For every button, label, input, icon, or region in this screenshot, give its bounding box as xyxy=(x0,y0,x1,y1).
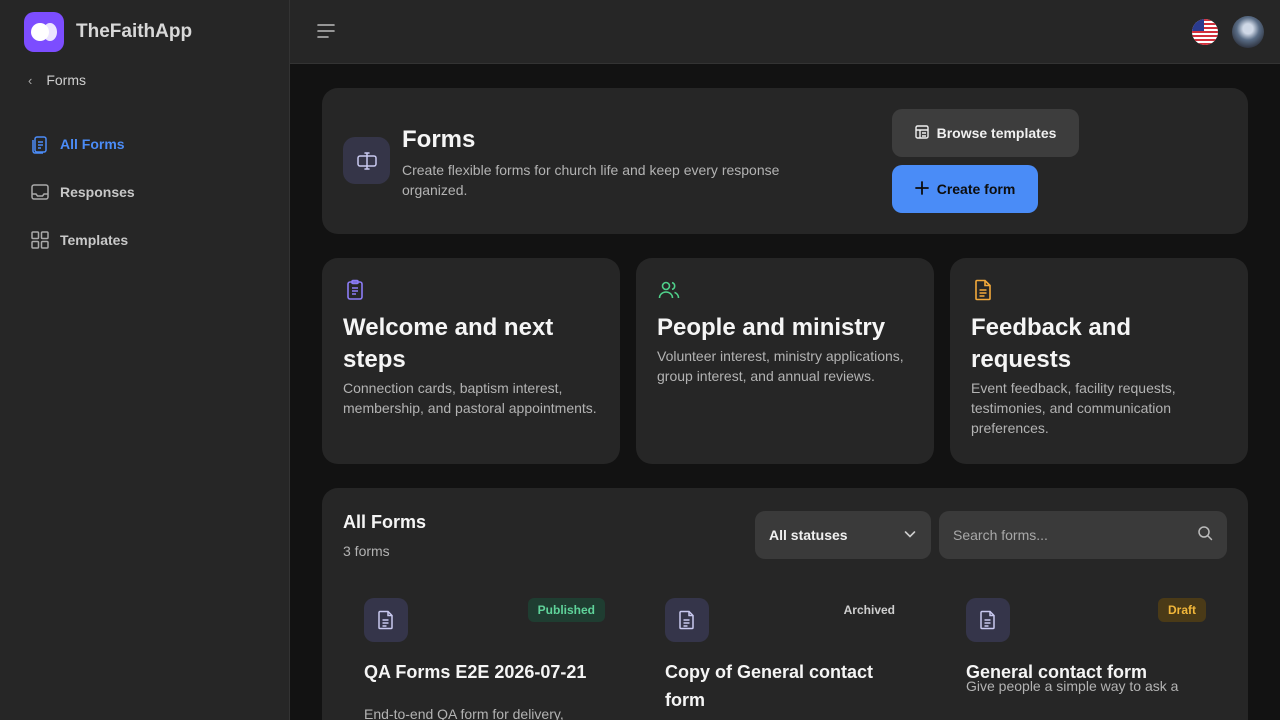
category-title: Welcome and next steps xyxy=(343,314,554,373)
form-description: Give people a simple way to ask a xyxy=(966,678,1179,694)
form-input-icon xyxy=(343,137,390,184)
page-title: Forms xyxy=(402,126,476,153)
document-icon xyxy=(971,278,995,302)
category-card-people[interactable]: People and ministry Volunteer interest, … xyxy=(636,258,934,464)
category-description: Connection cards, baptism interest, memb… xyxy=(343,380,597,416)
brand[interactable]: TheFaithApp xyxy=(24,12,192,52)
form-title: QA Forms E2E 2026-07-21 xyxy=(364,662,587,682)
app-name: TheFaithApp xyxy=(76,21,193,42)
status-filter-value: All statuses xyxy=(769,527,848,543)
section-title: All Forms xyxy=(343,512,427,532)
search-input[interactable] xyxy=(953,527,1197,543)
category-title: People and ministry xyxy=(657,314,886,341)
forms-count: 3 forms xyxy=(343,543,390,559)
category-title: Feedback and requests xyxy=(971,314,1132,373)
inbox-icon xyxy=(30,182,50,202)
status-badge: Published xyxy=(527,598,605,622)
browse-templates-label: Browse templates xyxy=(936,125,1057,141)
status-filter-select[interactable]: All statuses xyxy=(755,511,931,559)
sidebar-item-label: Templates xyxy=(60,232,129,248)
category-card-feedback[interactable]: Feedback and requests Event feedback, fa… xyxy=(950,258,1248,464)
category-description: Event feedback, facility requests, testi… xyxy=(971,380,1176,436)
chevron-down-icon xyxy=(903,527,917,544)
status-badge: Draft xyxy=(1157,598,1206,622)
grid-icon xyxy=(30,230,50,250)
menu-icon[interactable] xyxy=(316,22,336,45)
sidebar-nav: All Forms Responses Templates xyxy=(24,120,266,264)
sidebar-item-label: Responses xyxy=(60,184,135,200)
form-card[interactable]: Published QA Forms E2E 2026-07-21 End-to… xyxy=(364,598,624,720)
topbar xyxy=(290,0,1280,64)
chevron-left-icon: ‹ xyxy=(28,72,33,88)
form-file-icon xyxy=(966,598,1010,642)
form-card[interactable]: Archived Copy of General contact form xyxy=(665,598,925,720)
sidebar-item-responses[interactable]: Responses xyxy=(24,168,266,216)
sidebar: TheFaithApp ‹ Forms All Forms Responses … xyxy=(0,0,290,720)
users-icon xyxy=(657,278,681,302)
template-icon xyxy=(914,124,929,142)
form-description: End-to-end QA form for delivery, xyxy=(364,706,564,720)
search-field[interactable] xyxy=(939,511,1227,559)
category-description: Volunteer interest, ministry application… xyxy=(657,348,904,384)
form-card[interactable]: Draft General contact form Give people a… xyxy=(966,598,1226,720)
sidebar-item-label: All Forms xyxy=(60,136,125,152)
forms-icon xyxy=(30,134,50,154)
forms-header-card: Forms Create flexible forms for church l… xyxy=(322,88,1248,234)
form-title: Copy of General contact form xyxy=(665,662,874,710)
main-content: Forms Create flexible forms for church l… xyxy=(290,64,1280,720)
app-logo-icon xyxy=(24,12,64,52)
create-form-button[interactable]: Create form xyxy=(892,165,1038,213)
avatar[interactable] xyxy=(1232,16,1264,48)
form-file-icon xyxy=(665,598,709,642)
us-flag-icon[interactable] xyxy=(1192,19,1218,45)
search-icon[interactable] xyxy=(1197,525,1213,546)
clipboard-icon xyxy=(343,278,367,302)
sidebar-item-templates[interactable]: Templates xyxy=(24,216,266,264)
browse-templates-button[interactable]: Browse templates xyxy=(892,109,1079,157)
back-to-forms-link[interactable]: ‹ Forms xyxy=(28,72,86,88)
page-description: Create flexible forms for church life an… xyxy=(402,162,780,198)
plus-icon xyxy=(914,180,929,198)
status-badge: Archived xyxy=(843,603,895,617)
all-forms-panel: All Forms 3 forms All statuses Published… xyxy=(322,488,1248,720)
create-form-label: Create form xyxy=(936,181,1016,197)
category-card-welcome[interactable]: Welcome and next steps Connection cards,… xyxy=(322,258,620,464)
back-link-label: Forms xyxy=(46,72,87,88)
sidebar-item-all-forms[interactable]: All Forms xyxy=(24,120,266,168)
form-file-icon xyxy=(364,598,408,642)
